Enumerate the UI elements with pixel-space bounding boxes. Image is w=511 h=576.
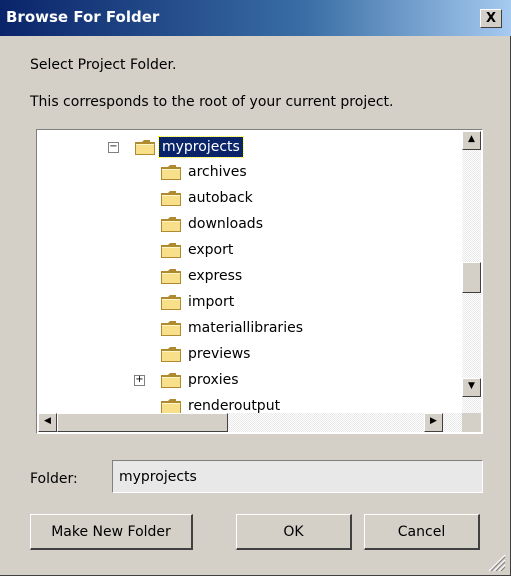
vertical-scrollbar[interactable]: ▲ ▼ <box>462 131 481 413</box>
tree-item-label: export <box>188 242 234 258</box>
folder-icon <box>160 268 182 285</box>
tree-item[interactable]: + proxies <box>38 368 458 393</box>
resize-grip-icon[interactable] <box>486 552 506 572</box>
expand-icon[interactable]: + <box>134 375 145 386</box>
folder-icon <box>160 346 182 363</box>
tree-item-label: materiallibraries <box>188 320 303 336</box>
cancel-button[interactable]: Cancel <box>364 514 480 550</box>
horizontal-scroll-thumb[interactable] <box>57 413 228 432</box>
tree-item[interactable]: import <box>38 290 458 315</box>
browse-for-folder-dialog: Browse For Folder X Select Project Folde… <box>0 0 511 576</box>
window-title: Browse For Folder <box>6 8 160 26</box>
tree-item[interactable]: express <box>38 264 458 289</box>
scroll-right-button[interactable]: ▶ <box>424 413 443 432</box>
tree-item[interactable]: − myprojects <box>38 135 458 160</box>
collapse-icon[interactable]: − <box>108 142 119 153</box>
close-button[interactable]: X <box>480 9 502 28</box>
scroll-up-button[interactable]: ▲ <box>462 131 481 150</box>
arrow-left-icon: ◀ <box>44 416 51 426</box>
tree-item[interactable]: materiallibraries <box>38 316 458 341</box>
tree-item[interactable]: archives <box>38 160 458 185</box>
folder-tree-list: − myprojects archives autoback downloads expo… <box>38 131 462 413</box>
folder-icon <box>160 216 182 233</box>
ok-button[interactable]: OK <box>236 514 352 550</box>
folder-input[interactable] <box>112 460 483 493</box>
vertical-scroll-thumb[interactable] <box>462 262 481 293</box>
dialog-description: This corresponds to the root of your cur… <box>30 94 394 110</box>
tree-item-label: express <box>188 268 243 284</box>
folder-tree[interactable]: − myprojects archives autoback downloads expo… <box>36 129 483 434</box>
tree-item[interactable]: previews <box>38 342 458 367</box>
arrow-down-icon: ▼ <box>468 381 475 391</box>
tree-item-label: previews <box>188 346 251 362</box>
folder-icon <box>160 294 182 311</box>
scroll-down-button[interactable]: ▼ <box>462 378 481 397</box>
folder-icon <box>160 320 182 337</box>
tree-item-label: renderoutput <box>188 398 281 413</box>
title-bar[interactable]: Browse For Folder X <box>0 0 511 36</box>
folder-icon <box>160 164 182 181</box>
tree-item-label: import <box>188 294 235 310</box>
arrow-right-icon: ▶ <box>430 416 437 426</box>
horizontal-scrollbar[interactable]: ◀ ▶ <box>38 413 462 432</box>
folder-label: Folder: <box>30 471 78 487</box>
folder-icon <box>160 372 182 389</box>
scrollbar-corner <box>462 413 481 432</box>
folder-icon <box>160 398 182 413</box>
tree-item-label: myprojects <box>158 136 244 158</box>
folder-icon <box>134 139 156 156</box>
folder-icon <box>160 242 182 259</box>
dialog-heading: Select Project Folder. <box>30 57 177 73</box>
close-icon: X <box>485 11 497 26</box>
tree-item[interactable]: renderoutput <box>38 394 458 413</box>
arrow-up-icon: ▲ <box>468 134 475 144</box>
tree-item[interactable]: export <box>38 238 458 263</box>
tree-item-label: proxies <box>188 372 239 388</box>
tree-item[interactable]: autoback <box>38 186 458 211</box>
scroll-left-button[interactable]: ◀ <box>38 413 57 432</box>
tree-item-label: downloads <box>188 216 263 232</box>
make-new-folder-button[interactable]: Make New Folder <box>30 514 193 550</box>
tree-item-label: archives <box>188 164 247 180</box>
tree-item-label: autoback <box>188 190 253 206</box>
tree-item[interactable]: downloads <box>38 212 458 237</box>
folder-icon <box>160 190 182 207</box>
